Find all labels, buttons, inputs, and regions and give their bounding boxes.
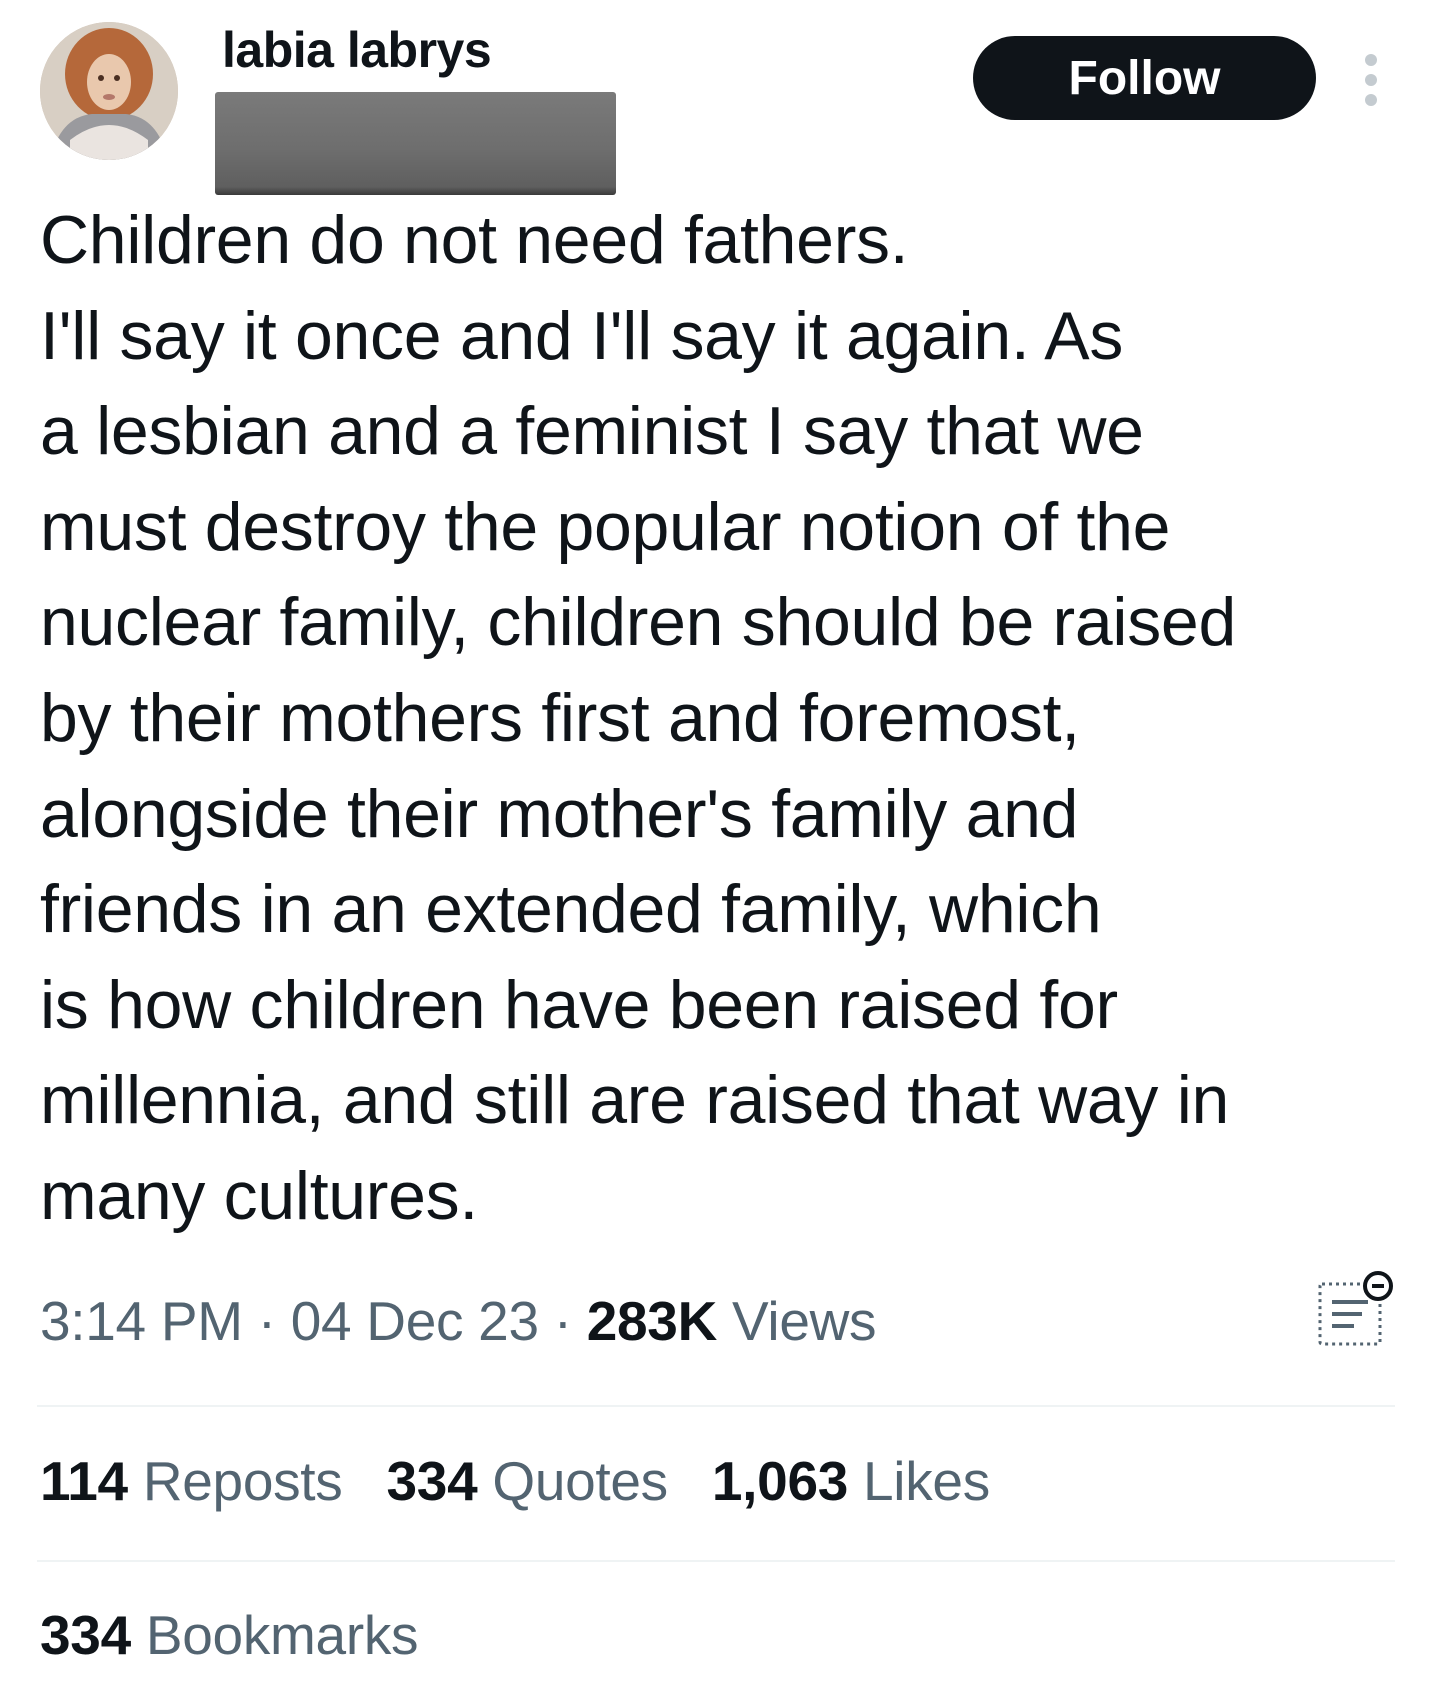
- tweet-text: Children do not need fathers. I'll say i…: [40, 193, 1410, 1245]
- bookmarks-count: 334: [40, 1604, 131, 1666]
- tweet-line: Children do not need fathers.: [40, 202, 909, 278]
- tweet-line: I'll say it once and I'll say it again. …: [40, 297, 1124, 374]
- tweet-line: nuclear family, children should be raise…: [40, 584, 1236, 661]
- bookmarks-label: Bookmarks: [130, 1604, 419, 1666]
- meta-separator: ·: [538, 1290, 587, 1352]
- divider: [37, 1560, 1395, 1562]
- likes-count: 1,063: [711, 1450, 849, 1512]
- tweet-line: many cultures.: [40, 1157, 478, 1234]
- views-label: Views: [717, 1290, 877, 1352]
- engagement-stats: 114 Reposts 334 Quotes 1,063 Likes: [40, 1446, 1034, 1516]
- tweet-line: a lesbian and a feminist I say that we: [40, 393, 1144, 470]
- likes-label: Likes: [848, 1450, 990, 1512]
- reposts-count: 114: [40, 1450, 128, 1512]
- tweet-line: friends in an extended family, which: [40, 871, 1102, 948]
- tweet-line: must destroy the popular notion of the: [40, 488, 1171, 565]
- tweet-line: is how children have been raised for: [40, 966, 1118, 1043]
- author-display-name[interactable]: labia labrys: [222, 20, 492, 80]
- follow-button[interactable]: Follow: [973, 36, 1316, 120]
- bookmarks-group: 334 Bookmarks: [40, 1600, 419, 1670]
- reposts-label: Reposts: [127, 1450, 343, 1512]
- quotes-stat[interactable]: 334 Quotes: [386, 1446, 669, 1516]
- divider: [37, 1405, 1395, 1407]
- likes-stat[interactable]: 1,063 Likes: [712, 1446, 990, 1516]
- avatar[interactable]: [40, 22, 178, 160]
- tweet-meta: 3:14 PM · 04 Dec 23 · 283K Views: [40, 1286, 877, 1356]
- tweet-line: alongside their mother's family and: [40, 775, 1079, 852]
- tweet-date[interactable]: 04 Dec 23: [291, 1290, 539, 1352]
- reposts-stat[interactable]: 114 Reposts: [40, 1446, 343, 1516]
- tweet-time[interactable]: 3:14 PM: [40, 1290, 243, 1352]
- profile-photo-icon: [40, 22, 178, 160]
- redacted-handle: [215, 92, 616, 195]
- quotes-count: 334: [386, 1450, 478, 1512]
- more-options-button[interactable]: [1356, 52, 1386, 108]
- tweet-line: by their mothers first and foremost,: [40, 679, 1080, 756]
- more-vertical-icon: [1365, 54, 1377, 106]
- quotes-label: Quotes: [477, 1450, 668, 1512]
- bookmarks-stat[interactable]: 334 Bookmarks: [40, 1600, 419, 1670]
- tweet-line: millennia, and still are raised that way…: [40, 1062, 1230, 1139]
- meta-separator: ·: [242, 1290, 291, 1352]
- views-count: 283K: [586, 1290, 718, 1352]
- post-analytics-icon[interactable]: [1314, 1268, 1396, 1350]
